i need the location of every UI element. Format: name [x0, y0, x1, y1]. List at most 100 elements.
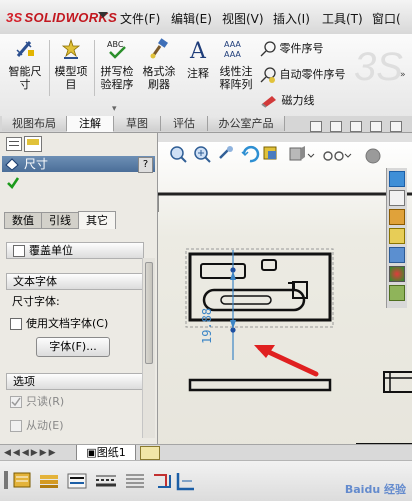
property-manager-tab-icon[interactable] — [24, 136, 42, 152]
model-items-button[interactable]: 模型项 目 — [50, 38, 92, 91]
tab-sketch[interactable]: 草图 — [114, 116, 161, 131]
help-button[interactable]: ? — [138, 157, 153, 173]
command-manager: 3S 智能尺 寸 模型项 目 ABC 拼写检 验程序 格式涂 刷器 A 注释 A… — [0, 34, 412, 117]
note-button[interactable]: A 注释 — [182, 38, 214, 80]
format-painter-label-2: 刷器 — [148, 78, 170, 91]
auto-balloon-button[interactable]: 自动零件序号 — [260, 66, 346, 83]
view-controls-bar — [158, 133, 412, 142]
format-painter-label-1: 格式涂 — [142, 65, 176, 78]
solidworks-bg-logo-icon: 3S — [354, 45, 403, 89]
line-color-icon — [67, 473, 87, 489]
logo-dropdown-icon[interactable] — [98, 12, 108, 18]
svg-text:AAA: AAA — [224, 50, 241, 59]
tab-annotation[interactable]: 注解 — [67, 116, 114, 132]
use-document-font-option[interactable]: 使用文档字体(C) — [10, 315, 108, 331]
balloon-icon — [260, 41, 276, 57]
pm-scrollbar[interactable] — [142, 258, 155, 438]
options-group-title: 选项 — [6, 373, 144, 390]
format-painter-button[interactable]: 格式涂 刷器 — [138, 38, 180, 91]
pm-title: 尺寸 — [24, 157, 49, 171]
smart-dimension-icon — [16, 41, 34, 57]
pm-scrollbar-thumb[interactable] — [145, 262, 153, 364]
window-split-icon[interactable] — [330, 121, 342, 132]
magnet-icon — [261, 96, 276, 108]
home-icon[interactable] — [389, 190, 405, 206]
layer-properties-icon — [13, 472, 31, 488]
long-slot-feature — [202, 288, 306, 312]
tab-office-products[interactable]: 办公室产品 — [208, 116, 285, 131]
tab-view-layout[interactable]: 视图布局 — [2, 116, 67, 131]
subtab-value[interactable]: 数值 — [4, 212, 42, 229]
linear-note-label-2: 释阵列 — [219, 78, 253, 91]
window-restore-icon[interactable] — [370, 121, 382, 132]
menu-tools[interactable]: 工具(T) — [322, 10, 363, 27]
bottom-tool-icons — [4, 471, 194, 491]
linear-note-pattern-button[interactable]: AAA AAA 线性注 释阵列 — [216, 38, 256, 91]
window-close-icon[interactable] — [390, 121, 402, 132]
smart-dimension-button[interactable]: 智能尺 寸 — [4, 38, 46, 91]
driven-checkbox — [10, 420, 22, 432]
menu-window[interactable]: 窗口( — [372, 10, 401, 27]
linear-note-pattern-icon: AAA AAA — [224, 40, 241, 59]
appearances-icon[interactable] — [389, 266, 405, 282]
driven-label: 从动(E) — [26, 419, 64, 432]
layers-stack-icon — [40, 475, 58, 488]
font-button[interactable]: 字体(F)... — [36, 337, 110, 357]
menu-edit[interactable]: 编辑(E) — [171, 10, 212, 27]
swap-lines-icon — [154, 474, 171, 488]
subtab-other[interactable]: 其它 — [78, 211, 116, 229]
model-items-icon — [61, 38, 81, 59]
model-items-label-2: 目 — [65, 78, 77, 91]
dimension-font-label: 尺寸字体: — [12, 295, 60, 308]
solidworks-resources-icon[interactable] — [389, 171, 405, 187]
ds-logo-icon: 3S — [6, 10, 23, 25]
feature-manager-tab-icon[interactable] — [6, 137, 22, 151]
view-palette-icon[interactable] — [389, 247, 405, 263]
lower-part-bar — [188, 378, 332, 392]
balloon-label: 零件序号 — [279, 42, 324, 55]
checked-mark-icon — [11, 397, 21, 407]
add-sheet-icon[interactable] — [140, 446, 160, 460]
override-units-label: 覆盖单位 — [29, 244, 73, 257]
ok-checkmark-icon[interactable] — [6, 176, 20, 190]
ribbon-overflow-icon[interactable]: » — [400, 70, 406, 80]
use-document-font-label: 使用文档字体(C) — [26, 317, 109, 330]
auto-balloon-label: 自动零件序号 — [279, 68, 346, 81]
file-explorer-icon[interactable] — [389, 228, 405, 244]
window-minimize-icon[interactable] — [350, 121, 362, 132]
model-items-label-1: 模型项 — [54, 65, 88, 78]
sheet-tab[interactable]: ▣图纸1 — [76, 445, 136, 461]
sheet-tab-bar: ◀◀◀▶▶▶ ▣图纸1 — [0, 444, 412, 461]
smart-dimension-label-1: 智能尺 — [8, 65, 42, 78]
tab-evaluate[interactable]: 评估 — [161, 116, 208, 131]
ribbon-expand-icon[interactable]: ▾ — [112, 104, 117, 114]
menu-view[interactable]: 视图(V) — [222, 10, 264, 27]
use-document-font-checkbox[interactable] — [10, 318, 22, 330]
dimension-style-icon — [176, 473, 194, 491]
magnetic-line-button[interactable]: 磁力线 — [260, 92, 315, 108]
drawing-canvas[interactable]: 19.88 — [158, 142, 412, 460]
magnetic-line-label: 磁力线 — [281, 94, 315, 107]
menu-file[interactable]: 文件(F) — [120, 10, 160, 27]
override-units-checkbox[interactable] — [13, 245, 25, 257]
svg-text:AAA: AAA — [224, 40, 241, 49]
custom-properties-icon[interactable] — [389, 285, 405, 301]
slot-feature — [200, 263, 246, 279]
title-bar: 3S SOLIDWORKS 文件(F) 编辑(E) 视图(V) 插入(I) 工具(… — [0, 0, 412, 35]
drawing-sheet — [158, 192, 412, 460]
smart-dimension-label-2: 寸 — [19, 78, 31, 91]
spell-checker-label-1: 拼写检 — [100, 65, 134, 78]
dimension-value-label[interactable]: 19.88 — [200, 300, 214, 344]
override-units-group[interactable]: 覆盖单位 — [6, 242, 144, 259]
subtab-leaders[interactable]: 引线 — [41, 212, 79, 229]
bottom-toolbar: Baidu 经验 — [0, 460, 412, 501]
read-only-checkbox — [10, 396, 22, 408]
menu-insert[interactable]: 插入(I) — [273, 10, 310, 27]
design-library-icon[interactable] — [389, 209, 405, 225]
sheet-nav-arrows-icon[interactable]: ◀◀◀▶▶▶ — [4, 448, 58, 458]
pm-title-bar: 尺寸 — [2, 156, 155, 172]
spell-checker-button[interactable]: ABC 拼写检 验程序 — [96, 38, 138, 91]
balloon-button[interactable]: 零件序号 — [260, 40, 324, 57]
window-tile-icon[interactable] — [310, 121, 322, 132]
task-pane-strip — [386, 168, 407, 308]
